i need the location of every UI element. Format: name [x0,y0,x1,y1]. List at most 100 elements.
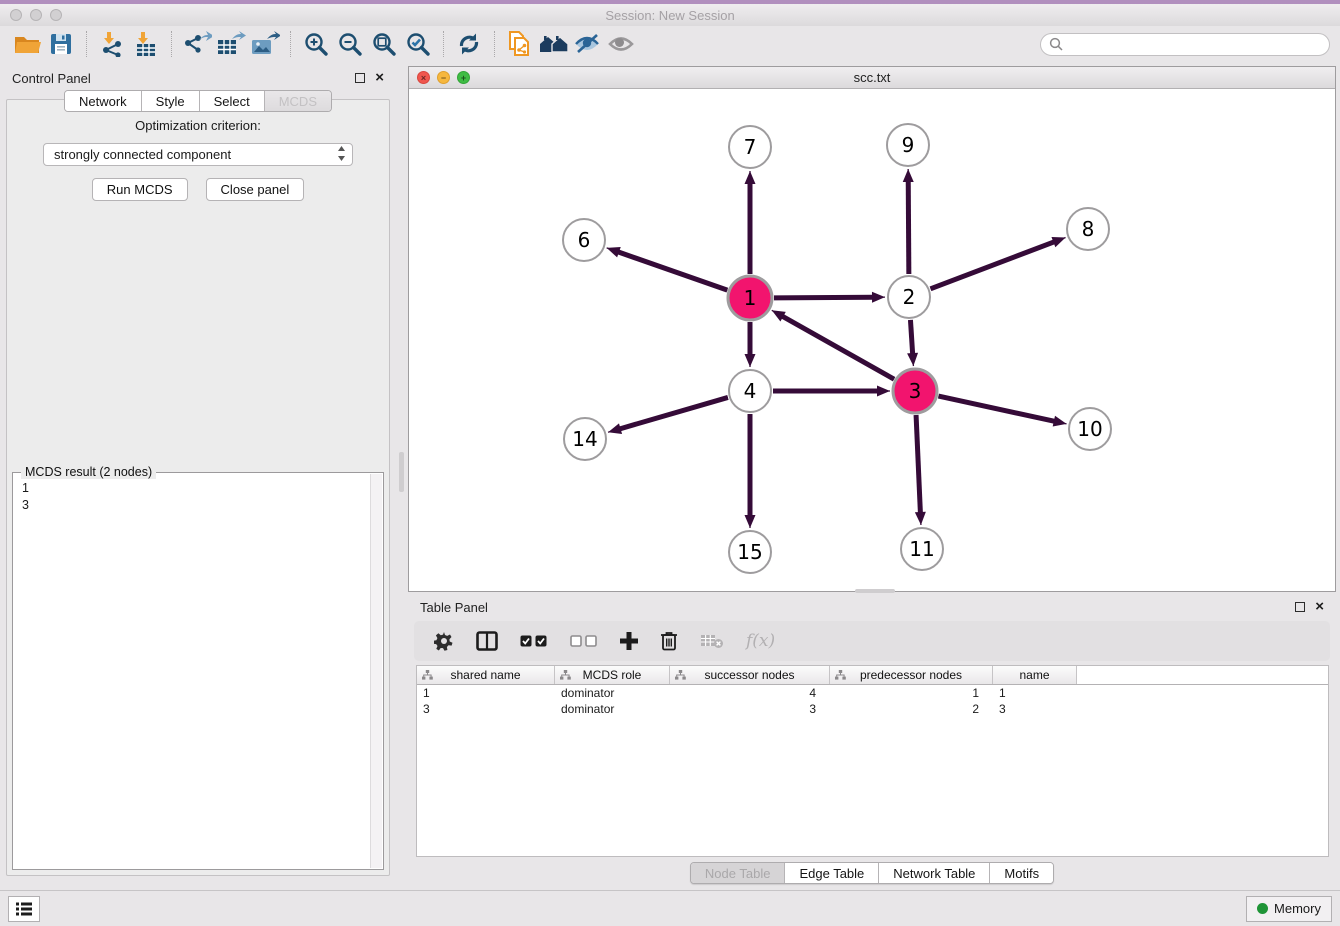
graph-edge-1-2[interactable] [872,292,885,303]
minimize-window-button[interactable] [30,9,42,21]
table-row[interactable]: 1 dominator 4 1 1 [417,685,1328,701]
graph-node-14[interactable]: 14 [564,418,606,460]
export-image-icon[interactable] [248,30,282,58]
graph-node-11[interactable]: 11 [901,528,943,570]
column-header-name[interactable]: name [993,666,1077,684]
home-layout-icon[interactable] [537,30,571,58]
graph-edge-4-3[interactable] [877,386,890,397]
window-controls[interactable] [10,9,62,21]
graph-edge-2-9[interactable] [903,169,914,182]
graph-edge-2-8[interactable] [1051,237,1065,247]
vertical-splitter-handle[interactable] [399,452,404,492]
network-graph-svg[interactable]: 7 9 6 8 1 2 4 3 14 10 15 11 [409,90,1335,591]
export-table-icon[interactable] [214,30,248,58]
delete-column-icon[interactable] [660,627,678,655]
cell-predecessor-nodes[interactable]: 1 [830,685,993,701]
tab-edge-table[interactable]: Edge Table [785,863,879,883]
horizontal-splitter-handle[interactable] [855,589,895,593]
toggle-columns-icon[interactable] [476,627,498,655]
network-canvas[interactable]: 7 9 6 8 1 2 4 3 14 10 15 11 [409,90,1335,591]
close-panel-icon[interactable]: × [375,73,384,83]
zoom-fit-icon[interactable] [367,30,401,58]
column-header-mcds-role[interactable]: MCDS role [555,666,670,684]
graph-edge-4-15[interactable] [745,515,756,528]
zoom-selected-icon[interactable] [401,30,435,58]
graph-node-1[interactable]: 1 [728,276,772,320]
function-builder-icon[interactable]: f(x) [746,631,775,651]
close-panel-button[interactable]: Close panel [206,178,305,201]
tab-motifs[interactable]: Motifs [990,863,1053,883]
tab-network[interactable]: Network [65,91,142,111]
close-table-panel-icon[interactable]: × [1315,602,1324,612]
table-row[interactable]: 3 dominator 3 2 3 [417,701,1328,717]
hide-selected-eye-icon[interactable] [571,30,605,58]
tab-style[interactable]: Style [142,91,200,111]
graph-edge-1-6[interactable] [607,247,621,257]
delete-table-icon[interactable] [700,627,724,655]
graph-edge-4-14[interactable] [608,423,622,434]
check-all-icon[interactable] [520,627,548,655]
graph-node-4[interactable]: 4 [729,370,771,412]
graph-edge-1-4[interactable] [745,354,756,367]
search-input[interactable] [1068,37,1321,51]
add-column-icon[interactable] [620,627,638,655]
export-network-icon[interactable] [180,30,214,58]
settings-gear-icon[interactable] [434,627,454,655]
svg-text:11: 11 [909,537,934,561]
tab-node-table[interactable]: Node Table [691,863,786,883]
tab-mcds[interactable]: MCDS [265,91,331,111]
graph-node-7[interactable]: 7 [729,126,771,168]
result-scrollbar[interactable] [370,474,382,868]
column-header-shared-name[interactable]: shared name [417,666,555,684]
graph-edge-3-10[interactable] [1053,416,1067,427]
graph-node-8[interactable]: 8 [1067,208,1109,250]
graph-edge-3-11[interactable] [915,512,926,525]
graph-node-3[interactable]: 3 [893,369,937,413]
cell-name[interactable]: 1 [993,685,1077,701]
graph-node-2[interactable]: 2 [888,276,930,318]
float-table-panel-icon[interactable] [1295,602,1305,612]
mcds-result-list[interactable]: 1 3 [14,474,370,868]
duplicate-network-icon[interactable] [503,30,537,58]
save-session-icon[interactable] [44,30,78,58]
svg-text:10: 10 [1077,417,1102,441]
cell-mcds-role[interactable]: dominator [555,685,670,701]
search-field[interactable] [1040,33,1330,56]
svg-text:9: 9 [902,133,915,157]
zoom-in-icon[interactable] [299,30,333,58]
show-hidden-eye-icon[interactable] [605,30,639,58]
main-toolbar [0,26,1340,62]
cell-mcds-role[interactable]: dominator [555,701,670,717]
criterion-select[interactable]: strongly connected component [43,143,353,166]
import-table-icon[interactable] [129,30,163,58]
cell-shared-name[interactable]: 3 [417,701,555,717]
cell-successor-nodes[interactable]: 4 [670,685,830,701]
close-window-button[interactable] [10,9,22,21]
graph-node-6[interactable]: 6 [563,219,605,261]
tab-network-table[interactable]: Network Table [879,863,990,883]
memory-button[interactable]: Memory [1246,896,1332,922]
graph-edge-1-7[interactable] [745,171,756,184]
uncheck-all-icon[interactable] [570,627,598,655]
tab-select[interactable]: Select [200,91,265,111]
cell-name[interactable]: 3 [993,701,1077,717]
graph-node-15[interactable]: 15 [729,531,771,573]
cell-successor-nodes[interactable]: 3 [670,701,830,717]
zoom-out-icon[interactable] [333,30,367,58]
task-history-button[interactable] [8,896,40,922]
cell-shared-name[interactable]: 1 [417,685,555,701]
zoom-window-button[interactable] [50,9,62,21]
network-window-titlebar[interactable]: × − + scc.txt [409,67,1335,89]
graph-node-10[interactable]: 10 [1069,408,1111,450]
run-mcds-button[interactable]: Run MCDS [92,178,188,201]
column-header-successor-nodes[interactable]: successor nodes [670,666,830,684]
column-header-predecessor-nodes[interactable]: predecessor nodes [830,666,993,684]
graph-edge-2-3[interactable] [907,353,918,366]
graph-node-9[interactable]: 9 [887,124,929,166]
import-network-icon[interactable] [95,30,129,58]
toolbar-separator [171,31,172,57]
refresh-icon[interactable] [452,30,486,58]
cell-predecessor-nodes[interactable]: 2 [830,701,993,717]
open-session-icon[interactable] [10,30,44,58]
float-panel-icon[interactable] [355,73,365,83]
